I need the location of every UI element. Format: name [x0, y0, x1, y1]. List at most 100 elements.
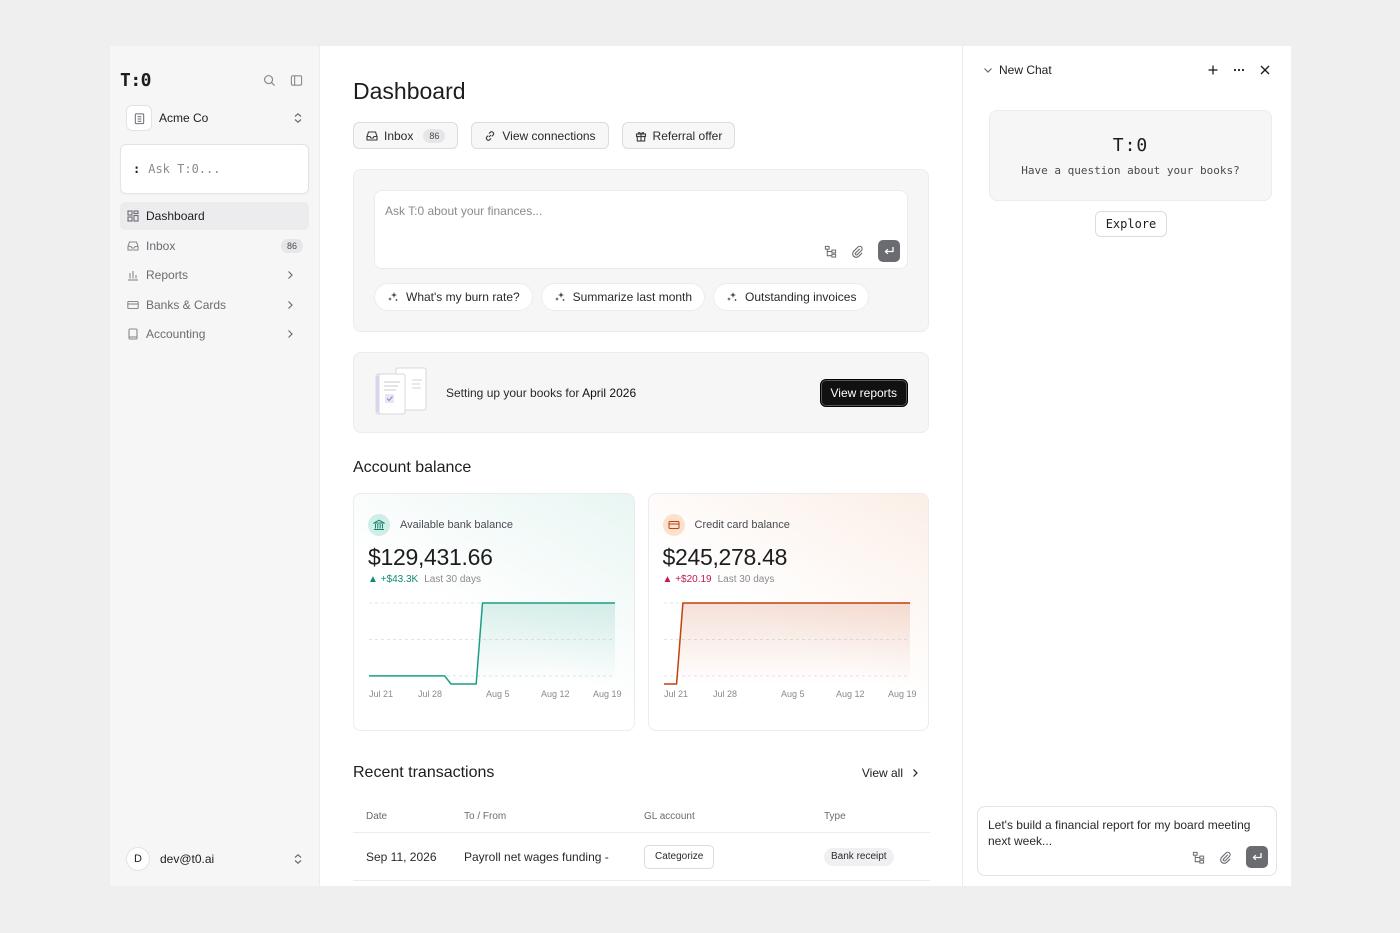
credit-balance-card[interactable]: Credit card balance $245,278.48 ▲ +$20.1…: [647, 493, 929, 731]
chat-logo: T:0: [1112, 134, 1149, 156]
chat-input[interactable]: Let's build a financial report for my bo…: [977, 806, 1277, 876]
suggestion-label: What's my burn rate?: [406, 290, 520, 304]
sidebar-item-banks-cards[interactable]: Banks & Cards: [120, 291, 309, 319]
ask-panel: Ask T:0 about your finances... What's my…: [353, 169, 929, 332]
x-tick-label: Aug 5: [486, 689, 510, 699]
sidebar-ask-input[interactable]: : Ask T:0...: [120, 144, 309, 194]
inbox-button-label: Inbox: [384, 128, 414, 143]
account-balance-heading: Account balance: [353, 459, 472, 476]
bank-balance-amount: $129,431.66: [368, 544, 493, 570]
sidebar-nav: Dashboard Inbox 86 Reports Banks & Cards…: [120, 202, 309, 348]
view-all-link[interactable]: View all: [862, 766, 929, 780]
tree-icon[interactable]: [1192, 851, 1205, 864]
bar-chart-icon: [126, 269, 140, 281]
main-content: Dashboard Inbox 86 View connections Refe: [320, 46, 963, 886]
inbox-button[interactable]: Inbox 86: [353, 122, 459, 149]
ask-prefix: :: [133, 162, 141, 176]
credit-balance-period: Last 30 days: [717, 574, 775, 585]
chat-send-button[interactable]: [1246, 846, 1268, 868]
chevron-right-icon: [283, 329, 297, 339]
suggestion-label: Outstanding invoices: [745, 290, 857, 304]
inbox-icon: [126, 240, 140, 252]
close-icon[interactable]: [1259, 64, 1271, 76]
suggestion-label: Summarize last month: [572, 290, 693, 304]
books-setup-banner: Setting up your books for April 2026 Vie…: [353, 352, 929, 433]
finance-ask-input[interactable]: Ask T:0 about your finances...: [374, 190, 908, 269]
bank-balance-card[interactable]: Available bank balance $129,431.66 ▲ +$4…: [353, 493, 635, 731]
tree-icon[interactable]: [824, 245, 837, 258]
plus-icon[interactable]: [1207, 64, 1219, 76]
enter-icon: [884, 247, 894, 255]
sidebar-item-label: Reports: [146, 268, 189, 283]
setup-message: Setting up your books for April 2026: [446, 386, 820, 400]
referral-offer-label: Referral offer: [652, 128, 723, 143]
inbox-count-badge: 86: [423, 128, 446, 143]
credit-balance-delta: ▲ +$20.19: [662, 574, 712, 585]
search-icon[interactable]: [263, 74, 276, 87]
org-switcher[interactable]: Acme Co: [120, 104, 309, 132]
sidebar-toggle-icon[interactable]: [290, 74, 303, 87]
setup-month: April 2026: [582, 385, 637, 400]
column-header: GL account: [644, 811, 695, 822]
tx-date: Sep 11, 2026: [366, 849, 437, 864]
sparkle-icon: [554, 291, 566, 303]
paperclip-icon[interactable]: [1219, 851, 1232, 864]
more-icon[interactable]: [1233, 64, 1245, 76]
card-icon: [126, 299, 140, 311]
org-name: Acme Co: [159, 111, 209, 125]
page-title: Dashboard: [353, 78, 466, 104]
sidebar-item-accounting[interactable]: Accounting: [120, 320, 309, 348]
transactions-header: Recent transactions View all: [353, 763, 929, 783]
chat-intro-card: T:0 Have a question about your books?: [989, 110, 1272, 201]
chevron-updown-icon: [293, 112, 303, 124]
column-header: Type: [824, 811, 846, 822]
view-reports-button[interactable]: View reports: [819, 378, 908, 407]
sidebar-item-label: Accounting: [146, 327, 206, 342]
chevron-updown-icon: [293, 853, 303, 865]
user-switcher[interactable]: D dev@t0.ai: [120, 846, 309, 872]
chevron-right-icon: [283, 270, 297, 280]
explore-button[interactable]: Explore: [1094, 211, 1168, 237]
paperclip-icon[interactable]: [851, 245, 864, 258]
referral-offer-button[interactable]: Referral offer: [621, 122, 736, 149]
view-connections-label: View connections: [502, 128, 596, 143]
view-all-label: View all: [861, 766, 903, 780]
chat-input-text: Let's build a financial report for my bo…: [988, 818, 1251, 848]
x-tick-label: Aug 19: [888, 689, 917, 699]
suggestion-chip[interactable]: What's my burn rate?: [374, 283, 533, 311]
transactions-table: Date To / From GL account Type Sep 11, 2…: [353, 801, 930, 881]
ask-tools: [824, 240, 900, 262]
bank-icon: [368, 514, 390, 536]
x-tick-label: Aug 12: [836, 689, 865, 699]
view-connections-button[interactable]: View connections: [471, 122, 609, 149]
suggestion-chip[interactable]: Summarize last month: [540, 283, 706, 311]
bank-balance-chart: Jul 21 Jul 28 Aug 5 Aug 12 Aug 19: [369, 602, 622, 699]
balance-cards: Available bank balance $129,431.66 ▲ +$4…: [353, 493, 929, 731]
send-button[interactable]: [878, 240, 900, 262]
x-tick-label: Jul 28: [713, 689, 737, 699]
credit-balance-amount: $245,278.48: [662, 544, 788, 570]
sidebar-item-reports[interactable]: Reports: [120, 261, 309, 289]
x-tick-label: Jul 21: [664, 689, 688, 699]
sidebar-item-label: Banks & Cards: [146, 297, 227, 312]
chevron-right-icon: [283, 300, 297, 310]
x-tick-label: Aug 19: [593, 689, 622, 699]
inbox-icon: [366, 130, 378, 142]
sidebar-item-dashboard[interactable]: Dashboard: [120, 202, 309, 230]
chat-header: New Chat: [977, 46, 1277, 94]
sparkle-icon: [387, 291, 399, 303]
x-tick-label: Jul 28: [418, 689, 442, 699]
link-icon: [484, 130, 496, 142]
bank-area: [369, 603, 615, 684]
table-row[interactable]: Sep 11, 2026 Payroll net wages funding -…: [353, 833, 930, 881]
sidebar-item-inbox[interactable]: Inbox 86: [120, 232, 309, 260]
type-badge: Bank receipt: [824, 847, 894, 866]
setup-text: Setting up your books for: [446, 385, 580, 400]
chevron-right-icon: [911, 768, 919, 778]
chat-question: Have a question about your books?: [1021, 163, 1240, 177]
column-header: Date: [366, 811, 388, 822]
chat-title-dropdown[interactable]: New Chat: [983, 63, 1207, 77]
categorize-button[interactable]: Categorize: [644, 844, 715, 869]
suggestion-chip[interactable]: Outstanding invoices: [713, 283, 870, 311]
dashboard-actions: Inbox 86 View connections Referral offer: [353, 122, 929, 149]
